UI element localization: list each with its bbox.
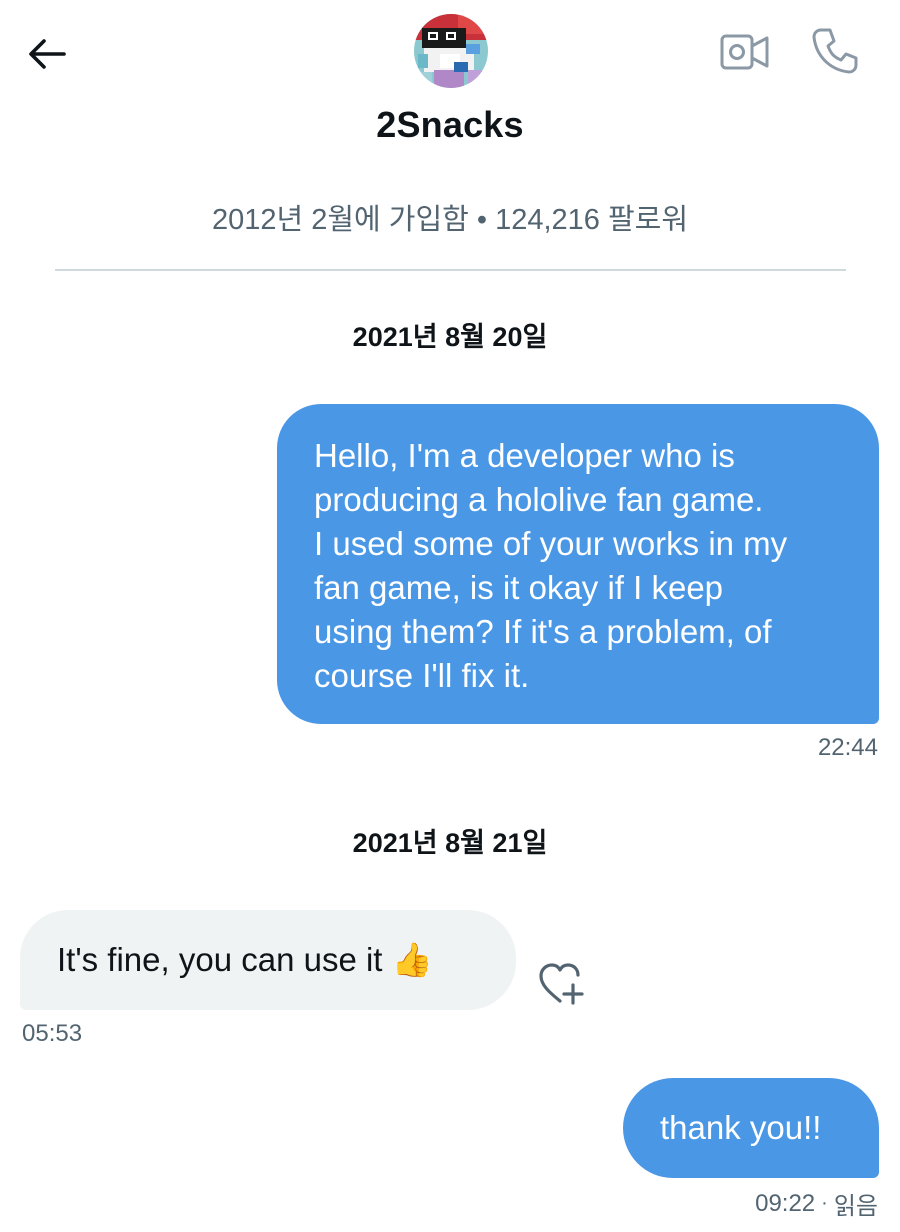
message-line: fan game, is it okay if I keep <box>314 569 724 606</box>
date-separator: 2021년 8월 21일 <box>352 828 548 858</box>
divider <box>55 269 846 271</box>
back-button[interactable] <box>22 30 70 78</box>
date-separator: 2021년 8월 20일 <box>352 322 548 352</box>
add-reaction-button[interactable] <box>536 960 588 1008</box>
outgoing-message-bubble[interactable]: Hello, I'm a developer who is producing … <box>277 404 879 724</box>
message-timestamp: 09:22 <box>755 1189 816 1217</box>
message-timestamp: 22:44 <box>817 734 878 761</box>
message-line: producing a hololive fan game. <box>314 481 764 518</box>
video-call-button[interactable] <box>716 26 774 78</box>
message-line: Hello, I'm a developer who is <box>314 437 735 474</box>
message-line: I used some of your works in my <box>314 525 788 562</box>
heart-plus-icon <box>539 963 584 1005</box>
message-line: using them? If it's a problem, of <box>314 613 772 650</box>
arrow-left-icon <box>29 39 66 69</box>
profile-join-followers: 2012년 2월에 가입함 • 124,216 팔로워 <box>211 204 689 236</box>
incoming-message-bubble[interactable]: It's fine, you can use it 👍 <box>20 910 516 1010</box>
voice-call-button[interactable] <box>806 22 864 80</box>
read-receipt: 읽음 <box>833 1193 878 1220</box>
pixel-art-avatar-icon <box>414 14 488 88</box>
separator-dot: · <box>821 1192 828 1214</box>
message-timestamp: 05:53 <box>22 1020 83 1047</box>
dm-conversation-screen: 2Snacks 2012년 2월에 가입함 • 124,216 팔로워 2021… <box>0 0 900 1232</box>
message-line: course I'll fix it. <box>314 657 530 694</box>
message-text: It's fine, you can use it 👍 <box>57 941 433 978</box>
video-camera-icon <box>720 34 769 70</box>
message-text: thank you!! <box>660 1109 822 1146</box>
message-status-row: 09:22 · 읽음 <box>755 1186 878 1221</box>
phone-icon <box>812 28 858 74</box>
contact-name[interactable]: 2Snacks <box>0 104 900 146</box>
avatar[interactable] <box>414 14 488 88</box>
outgoing-message-bubble[interactable]: thank you!! <box>623 1078 879 1178</box>
conversation-header: 2Snacks <box>0 0 900 170</box>
